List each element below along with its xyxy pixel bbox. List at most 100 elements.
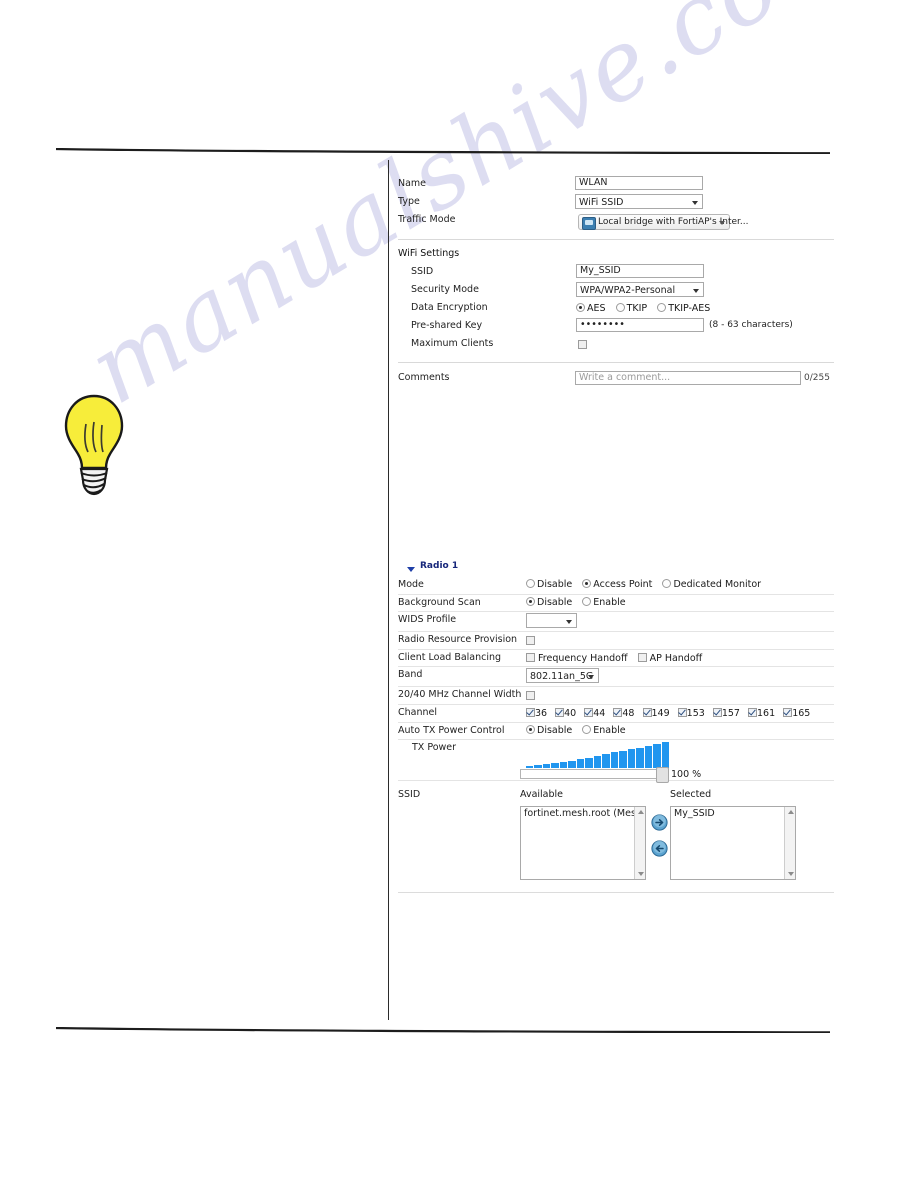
maximum-clients-checkbox[interactable]	[578, 340, 587, 349]
scroll-up-icon[interactable]	[788, 810, 794, 815]
checkbox-channel-36[interactable]	[526, 707, 535, 717]
ssid-label: SSID	[411, 266, 434, 277]
background-scan-label-enable: Enable	[593, 596, 626, 608]
name-input[interactable]	[575, 176, 703, 190]
collapse-triangle-icon[interactable]	[407, 567, 415, 572]
mode-option-access-point[interactable]: Access Point	[582, 579, 652, 590]
checkbox-channel-157[interactable]	[712, 707, 722, 717]
channel-item-36[interactable]: 36	[526, 707, 547, 719]
tx-power-bar-6	[576, 759, 585, 769]
checkbox-channel-149[interactable]	[642, 707, 652, 717]
tx-power-bar-11	[619, 751, 627, 769]
channel-label: Channel	[398, 706, 438, 718]
checkbox-channel-153[interactable]	[677, 707, 687, 717]
type-select-value: WiFi SSID	[579, 197, 624, 208]
auto-tx-option-enable[interactable]: Enable	[582, 724, 626, 736]
form-row-type: Type WiFi SSID	[398, 194, 834, 212]
auto-tx-option-disable[interactable]: Disable	[526, 724, 573, 736]
available-scrollbar[interactable]	[634, 807, 645, 880]
scroll-down-icon[interactable]	[638, 872, 644, 877]
background-scan-option-disable[interactable]: Disable	[526, 596, 572, 608]
channel-width-checkbox[interactable]	[526, 691, 535, 701]
radio1-header[interactable]: Radio 1	[398, 561, 834, 577]
channel-item-157[interactable]: 157	[712, 707, 740, 719]
bridge-icon	[582, 217, 596, 230]
radio-aes[interactable]	[576, 303, 585, 312]
remove-ssid-button[interactable]	[651, 840, 668, 857]
channel-item-44[interactable]: 44	[584, 707, 605, 719]
channel-item-40[interactable]: 40	[555, 707, 577, 719]
channel-label-149: 149	[651, 707, 670, 719]
checkbox-channel-161[interactable]	[748, 707, 758, 717]
tx-power-bar-14	[644, 746, 653, 769]
checkbox-channel-40[interactable]	[555, 707, 565, 717]
radio1-row-auto-tx-power-control: Auto TX Power Control Disable Enable	[398, 723, 834, 741]
checkbox-ap-handoff[interactable]	[637, 652, 647, 662]
selected-scrollbar[interactable]	[784, 807, 795, 880]
tx-power-slider-track[interactable]	[520, 769, 665, 780]
radio-resource-provision-checkbox[interactable]	[526, 636, 535, 646]
checkbox-channel-165[interactable]	[783, 707, 793, 717]
available-listbox[interactable]: fortinet.mesh.root (Mesh	[520, 806, 646, 881]
page-rule-top	[56, 148, 830, 154]
comments-input[interactable]	[575, 371, 801, 385]
channel-checkbox-group: 36 40 44 48 149 153 157 161 165	[526, 707, 810, 719]
radio-tkip-aes[interactable]	[657, 303, 667, 312]
radio-mode-disable[interactable]	[526, 579, 535, 588]
security-mode-select[interactable]: WPA/WPA2-Personal	[576, 282, 704, 297]
data-encryption-option-tkip-aes[interactable]: TKIP-AES	[657, 303, 710, 314]
auto-tx-label-disable: Disable	[537, 724, 573, 736]
radio-autotx-enable[interactable]	[582, 724, 592, 734]
checkbox-channel-48[interactable]	[613, 707, 623, 717]
data-encryption-option-aes[interactable]: AES	[576, 303, 606, 314]
tx-power-slider-handle[interactable]	[656, 767, 669, 784]
radio-autotx-disable[interactable]	[526, 724, 535, 734]
radio-bgscan-enable[interactable]	[582, 596, 592, 606]
channel-item-48[interactable]: 48	[613, 707, 634, 719]
wids-profile-select[interactable]	[526, 613, 577, 629]
channel-item-161[interactable]: 161	[748, 707, 775, 719]
wifi-settings-title: WiFi Settings	[398, 248, 460, 259]
pre-shared-key-input[interactable]	[576, 318, 704, 332]
type-select[interactable]: WiFi SSID	[575, 194, 703, 209]
selected-listbox[interactable]: My_SSID	[670, 806, 796, 881]
scroll-up-icon[interactable]	[638, 810, 644, 815]
add-ssid-button[interactable]	[651, 814, 668, 831]
frequency-handoff-label: Frequency Handoff	[538, 652, 628, 664]
list-item[interactable]: fortinet.mesh.root (Mesh	[521, 807, 645, 821]
band-select[interactable]: 802.11an_5G	[526, 668, 599, 684]
chevron-down-icon	[693, 289, 699, 293]
traffic-mode-select[interactable]: Local bridge with FortiAP's Inter...	[578, 214, 748, 230]
mode-option-disable[interactable]: Disable	[526, 579, 572, 590]
client-load-balancing-frequency-handoff[interactable]: Frequency Handoff	[526, 652, 628, 664]
radio-mode-access-point[interactable]	[582, 579, 592, 588]
wids-profile-label: WIDS Profile	[398, 614, 457, 626]
mode-option-dedicated-monitor[interactable]: Dedicated Monitor	[662, 579, 761, 590]
form-row-traffic-mode: Traffic Mode Local bridge with FortiAP's…	[398, 212, 834, 234]
channel-item-149[interactable]: 149	[642, 707, 670, 719]
radio1-row-background-scan: Background Scan Disable Enable	[398, 595, 834, 613]
chevron-down-icon	[719, 221, 725, 225]
tx-power-bar-0	[526, 766, 534, 769]
checkbox-channel-44[interactable]	[584, 707, 594, 717]
ssid-input[interactable]	[576, 264, 704, 278]
form-row-comments: Comments 0/255	[398, 370, 834, 388]
channel-item-165[interactable]: 165	[783, 707, 810, 719]
lightbulb-icon	[58, 392, 130, 500]
radio-tkip[interactable]	[615, 303, 625, 312]
radio-bgscan-disable[interactable]	[526, 596, 535, 606]
background-scan-option-enable[interactable]: Enable	[582, 596, 626, 608]
list-item[interactable]: My_SSID	[671, 807, 795, 821]
scroll-down-icon[interactable]	[788, 872, 794, 877]
radio1-row-radio-resource-provision: Radio Resource Provision	[398, 632, 834, 650]
data-encryption-option-tkip[interactable]: TKIP	[615, 303, 647, 314]
checkbox-frequency-handoff[interactable]	[526, 652, 535, 662]
client-load-balancing-label: Client Load Balancing	[398, 651, 502, 663]
auto-tx-power-control-label: Auto TX Power Control	[398, 724, 505, 736]
radio1-title: Radio 1	[420, 561, 459, 571]
radio-mode-dedicated-monitor[interactable]	[662, 579, 672, 588]
client-load-balancing-ap-handoff[interactable]: AP Handoff	[637, 652, 702, 664]
channel-label-40: 40	[564, 707, 577, 719]
channel-item-153[interactable]: 153	[677, 707, 705, 719]
radio1-row-client-load-balancing: Client Load Balancing Frequency Handoff …	[398, 650, 834, 668]
